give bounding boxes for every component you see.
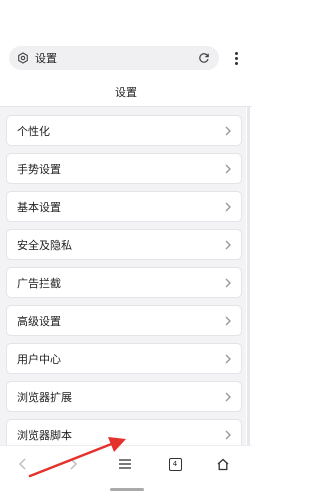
page-title: 设置 [115,86,137,99]
chevron-right-icon [223,315,233,327]
hamburger-menu-icon[interactable] [110,450,140,478]
tab-count: 4 [168,457,182,471]
status-area [0,0,252,38]
settings-item-label: 安全及隐私 [17,238,72,252]
settings-item-label: 广告拦截 [17,276,61,290]
settings-item-label: 浏览器脚本 [17,428,72,442]
settings-item-basic[interactable]: 基本设置 [7,192,241,221]
more-vertical-icon[interactable] [229,48,243,68]
back-icon[interactable] [8,450,38,478]
forward-icon[interactable] [58,450,88,478]
reload-icon[interactable] [193,46,215,70]
chevron-right-icon [223,239,233,251]
address-text: 设置 [35,52,57,65]
home-icon[interactable] [208,450,238,478]
address-bar[interactable]: 设置 [9,46,219,70]
settings-item-extensions[interactable]: 浏览器扩展 [7,382,241,411]
settings-item-label: 手势设置 [17,162,61,176]
settings-item-label: 用户中心 [17,352,61,366]
settings-item-label: 基本设置 [17,200,61,214]
settings-item-label: 浏览器扩展 [17,390,72,404]
chevron-right-icon [223,163,233,175]
tabs-button[interactable]: 4 [160,450,190,478]
home-indicator [110,488,144,491]
gear-icon [11,46,35,70]
settings-item-adblock[interactable]: 广告拦截 [7,268,241,297]
scrollbar[interactable] [247,107,250,445]
settings-list: 个性化 手势设置 基本设置 安全及隐私 广告拦截 高级设置 用户中心 浏览器扩展… [0,107,246,449]
chevron-right-icon [223,125,233,137]
settings-item-advanced[interactable]: 高级设置 [7,306,241,335]
chevron-right-icon [223,277,233,289]
settings-item-label: 个性化 [17,124,50,138]
settings-item-security-privacy[interactable]: 安全及隐私 [7,230,241,259]
chevron-right-icon [223,201,233,213]
chevron-right-icon [223,353,233,365]
settings-item-label: 高级设置 [17,314,61,328]
settings-item-user-center[interactable]: 用户中心 [7,344,241,373]
settings-item-gesture[interactable]: 手势设置 [7,154,241,183]
settings-item-personalize[interactable]: 个性化 [7,116,241,145]
chevron-right-icon [223,391,233,403]
chevron-right-icon [223,429,233,441]
